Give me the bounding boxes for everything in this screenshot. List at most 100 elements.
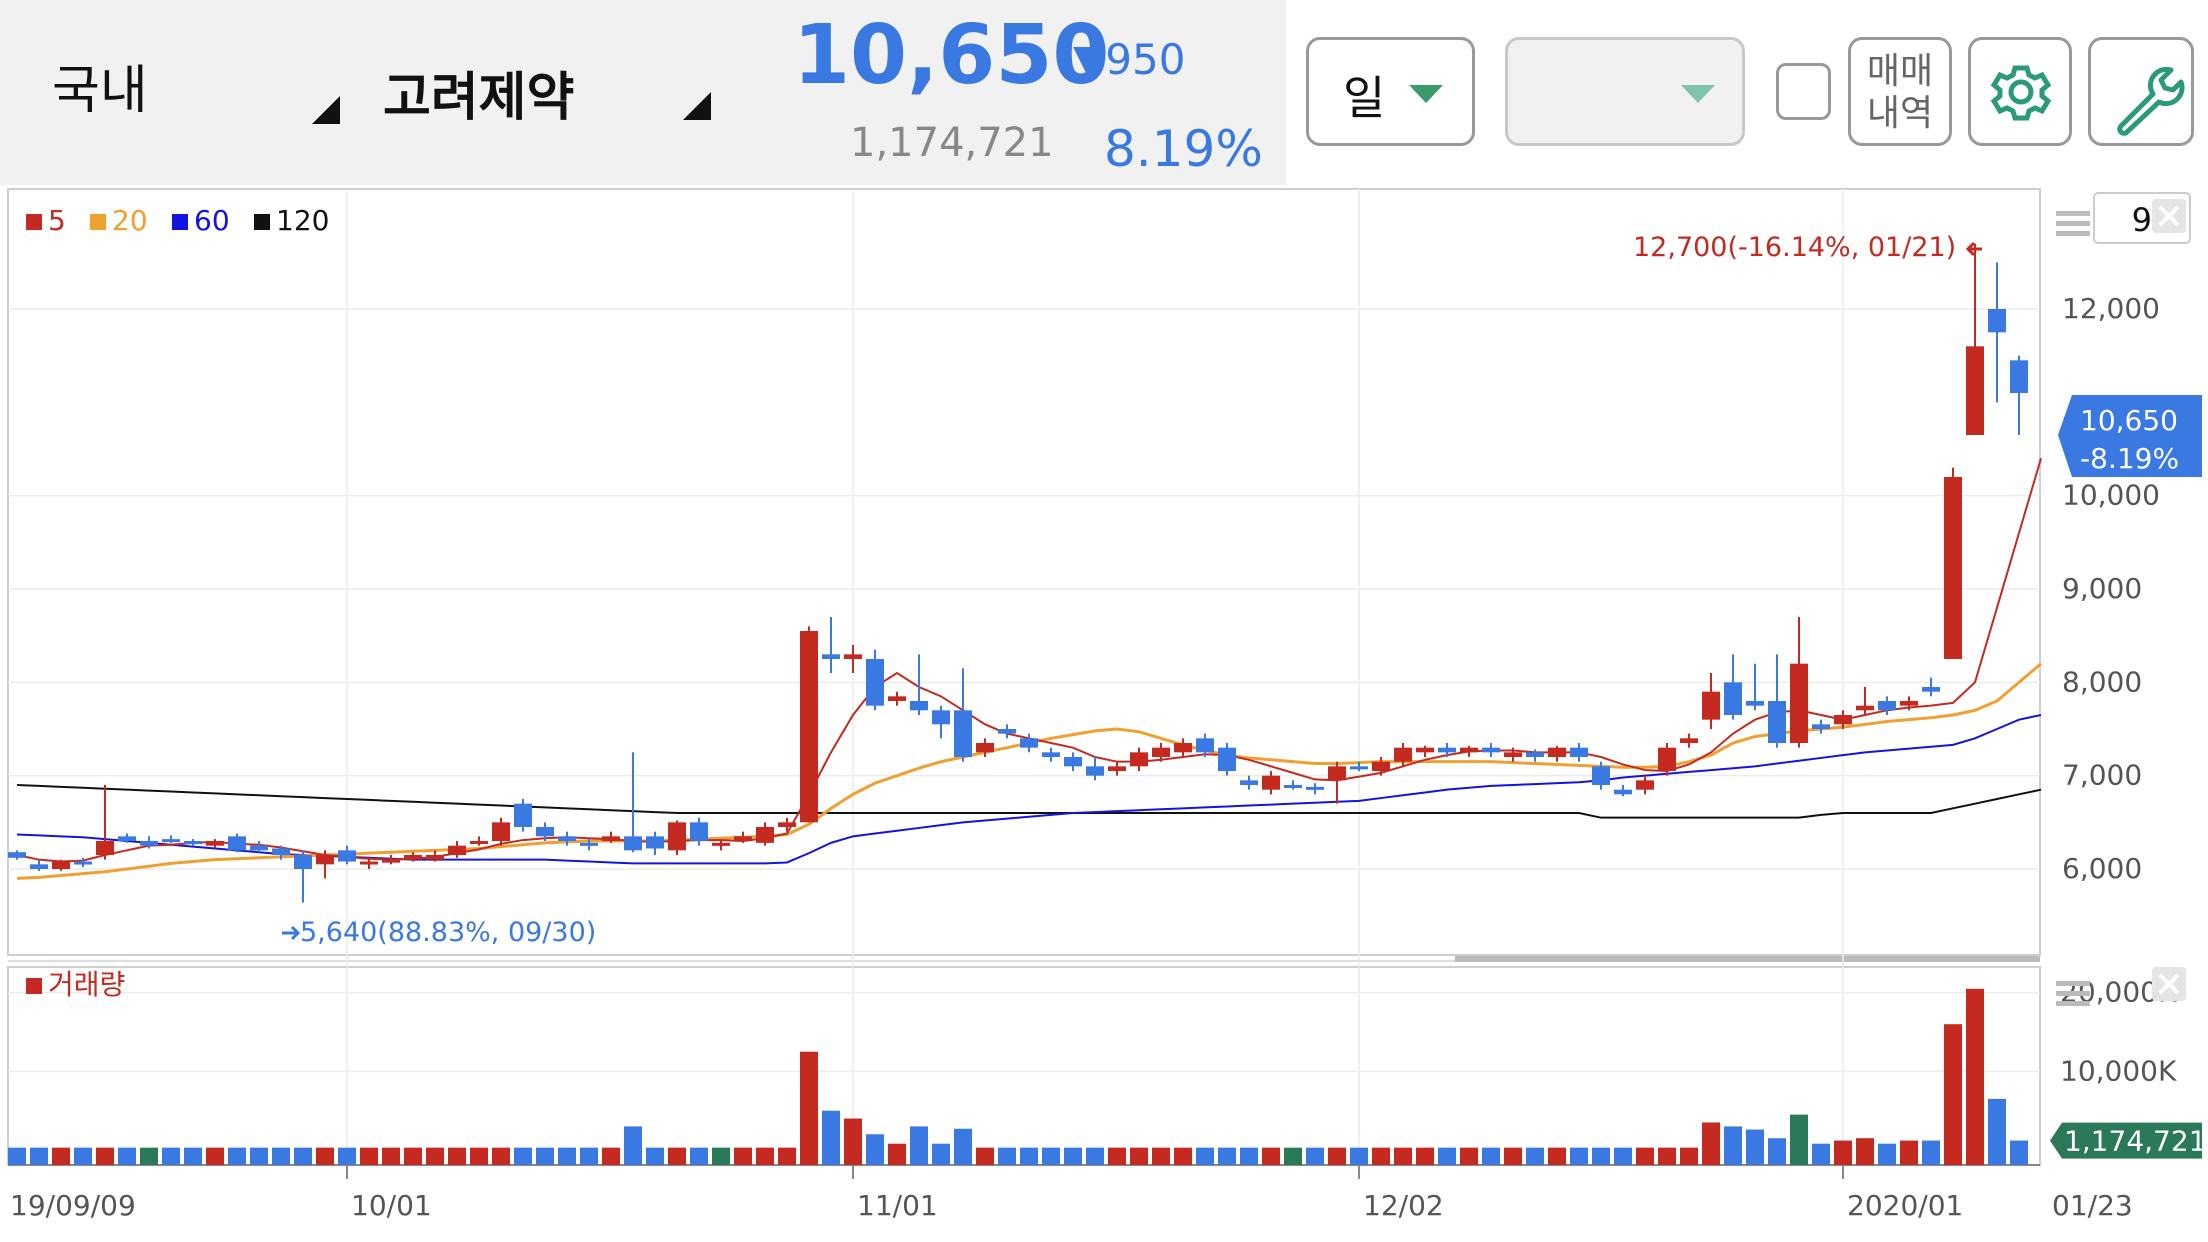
volume-bar	[1504, 1147, 1522, 1165]
candle-body	[668, 822, 686, 851]
volume-bar	[800, 1051, 818, 1165]
trade-history-label-2: 내역	[1866, 93, 1934, 134]
candle-body	[8, 852, 26, 858]
candle-body	[1526, 752, 1544, 757]
candle-body	[624, 836, 642, 851]
candle-body	[1746, 701, 1764, 706]
candle-body	[800, 631, 818, 823]
menu-icon-bar	[2056, 991, 2090, 996]
volume-bar	[1592, 1147, 1610, 1165]
volume-bar	[1196, 1147, 1214, 1165]
candle-body	[1042, 752, 1060, 757]
volume-bar	[1834, 1140, 1852, 1165]
volume-bar	[1174, 1147, 1192, 1165]
volume-bar	[580, 1147, 598, 1165]
stock-chart[interactable]: 6,000 7,000 8,000 9,000 10,000 12,000 19/09/09…	[0, 185, 2208, 1242]
candle-body	[954, 710, 972, 757]
candle-body	[492, 822, 510, 841]
ma5-line	[16, 458, 2042, 863]
candle-body	[316, 855, 334, 865]
volume-bar	[1086, 1147, 1104, 1165]
volume-bar	[1130, 1147, 1148, 1165]
volume-bar	[1152, 1147, 1170, 1165]
chart-canvas[interactable]: 6,000 7,000 8,000 9,000 10,000 12,000 19/09/09…	[0, 185, 2208, 1242]
candle-body	[1196, 738, 1214, 753]
candle-body	[1988, 309, 2006, 333]
volume-bar	[118, 1147, 136, 1165]
candle-body	[448, 845, 466, 855]
candle-body	[998, 729, 1016, 734]
candle-body	[118, 836, 136, 841]
candle-body	[382, 859, 400, 863]
candle-body	[1834, 715, 1852, 725]
volume-bar	[492, 1147, 510, 1165]
option-checkbox[interactable]	[1776, 63, 1831, 120]
candle-body	[1548, 747, 1566, 757]
tools-button[interactable]	[2088, 37, 2194, 146]
volume-legend-swatch	[26, 978, 42, 994]
legend-swatch	[26, 214, 42, 230]
volume-bar	[822, 1110, 840, 1165]
period-select[interactable]: 일	[1306, 37, 1475, 146]
volume-bar	[1570, 1147, 1588, 1165]
volume-bar	[1768, 1138, 1786, 1165]
candle-body	[1438, 747, 1456, 753]
volume-bar	[1328, 1147, 1346, 1165]
candle-body	[1944, 477, 1962, 659]
market-selector[interactable]: 국내	[52, 48, 148, 123]
volume-bar	[1042, 1147, 1060, 1165]
candle-body	[1768, 701, 1786, 743]
candle-body	[162, 839, 180, 843]
trade-history-button[interactable]: 매매 내역	[1848, 37, 1952, 146]
candle-body	[602, 836, 620, 841]
candle-body	[360, 861, 378, 865]
y-tick-label: 8,000	[2062, 665, 2142, 698]
volume-bar	[140, 1147, 158, 1165]
volume-bar	[74, 1147, 92, 1165]
volume-bar	[448, 1147, 466, 1165]
volume-bar	[1658, 1147, 1676, 1165]
volume-bar	[338, 1147, 356, 1165]
volume-bar	[1394, 1147, 1412, 1165]
candle-body	[1108, 766, 1126, 771]
menu-icon-bar	[2056, 981, 2090, 986]
candle-body	[1240, 780, 1258, 785]
settings-button[interactable]	[1968, 37, 2072, 146]
candle-body	[74, 861, 92, 865]
volume-bar	[360, 1147, 378, 1165]
y-tick-label: 7,000	[2062, 759, 2142, 792]
period-label: 일	[1343, 71, 1386, 125]
y-tick-label: 9,000	[2062, 572, 2142, 605]
candle-body	[1592, 766, 1610, 785]
last-price-label: 10,650	[2080, 404, 2178, 437]
high-annotation: 12,700(-16.14%, 01/21)	[1633, 232, 1956, 263]
volume-bar	[866, 1134, 884, 1165]
volume-bar	[910, 1126, 928, 1165]
market-dropdown-icon[interactable]	[312, 96, 340, 124]
stock-dropdown-icon[interactable]	[683, 92, 711, 120]
volume-bar	[1108, 1147, 1126, 1165]
candle-body	[1130, 752, 1148, 767]
volume-bar	[976, 1147, 994, 1165]
stock-name-selector[interactable]: 고려제약	[383, 55, 574, 130]
candle-body	[976, 743, 994, 753]
y-tick-label: 6,000	[2062, 852, 2142, 885]
volume-bar	[1548, 1147, 1566, 1165]
candle-body	[1900, 701, 1918, 706]
interval-select[interactable]	[1505, 37, 1745, 146]
low-annotation: 5,640(88.83%, 09/30)	[300, 917, 596, 948]
legend-label: 120	[276, 204, 329, 237]
candle-body	[228, 836, 246, 851]
menu-icon-bar	[2056, 231, 2090, 236]
last-change-label: -8.19%	[2080, 442, 2179, 475]
volume-bar	[272, 1147, 290, 1165]
volume-bar	[294, 1147, 312, 1165]
volume-bar	[1438, 1147, 1456, 1165]
volume-bar	[1702, 1122, 1720, 1165]
candle-body	[910, 701, 928, 711]
menu-icon-bar	[2056, 221, 2090, 226]
volume-bar	[888, 1143, 906, 1165]
volume-bar	[1526, 1147, 1544, 1165]
volume-bar	[844, 1118, 862, 1165]
volume-bar	[954, 1128, 972, 1165]
